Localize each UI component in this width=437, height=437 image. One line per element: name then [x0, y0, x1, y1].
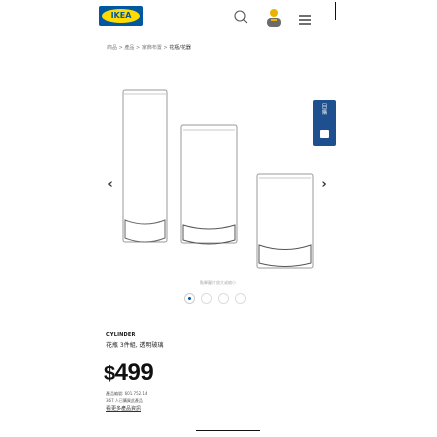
- breadcrumb-item[interactable]: 家飾布置: [142, 45, 162, 51]
- ikea-logo[interactable]: IKEA: [99, 6, 143, 26]
- price-currency: $: [104, 363, 115, 385]
- menu-icon[interactable]: [298, 13, 312, 27]
- pagination-dot[interactable]: [184, 293, 195, 304]
- product-name: CYLINDER: [106, 332, 136, 338]
- next-image-arrow[interactable]: ›: [317, 178, 331, 192]
- gallery-pagination: [184, 293, 254, 304]
- product-gallery[interactable]: ‹ ›: [95, 70, 341, 295]
- bag-icon: [320, 130, 329, 138]
- user-icon[interactable]: [263, 5, 285, 29]
- pagination-dot[interactable]: [235, 293, 246, 304]
- divider: [196, 430, 260, 431]
- breadcrumb-current: 花瓶/花器: [169, 45, 191, 51]
- breadcrumb-separator: >: [136, 45, 141, 51]
- product-image[interactable]: [95, 70, 341, 280]
- breadcrumb-separator: >: [118, 45, 123, 51]
- side-button-line: 購: [321, 110, 327, 116]
- more-info-link[interactable]: 看更多產品資訊: [106, 405, 141, 412]
- article-number: 產品編號: 601.752.14: [106, 391, 148, 396]
- side-button-text: 回 購: [313, 104, 336, 116]
- breadcrumb-separator: >: [163, 45, 168, 51]
- header-divider: [335, 2, 336, 20]
- pagination-dot[interactable]: [201, 293, 212, 304]
- search-icon[interactable]: [232, 8, 250, 26]
- gallery-caption: 點擊圖片放大或縮小: [200, 280, 236, 285]
- prev-image-arrow[interactable]: ‹: [103, 178, 117, 192]
- breadcrumb-item[interactable]: 商品: [107, 45, 117, 51]
- product-price: $499: [104, 359, 154, 387]
- site-header: IKEA: [95, 0, 341, 34]
- purchase-count: 367 人已購買此產品: [106, 398, 143, 403]
- breadcrumb: 商品 > 產品 > 家飾布置 > 花瓶/花器: [107, 44, 307, 51]
- pagination-dot[interactable]: [218, 293, 229, 304]
- floating-side-button[interactable]: 回 購: [313, 100, 336, 146]
- product-description: 花瓶 3件組, 透明玻璃: [106, 342, 164, 349]
- breadcrumb-item[interactable]: 產品: [124, 45, 134, 51]
- price-value: 499: [114, 359, 154, 386]
- logo-text: IKEA: [110, 11, 132, 20]
